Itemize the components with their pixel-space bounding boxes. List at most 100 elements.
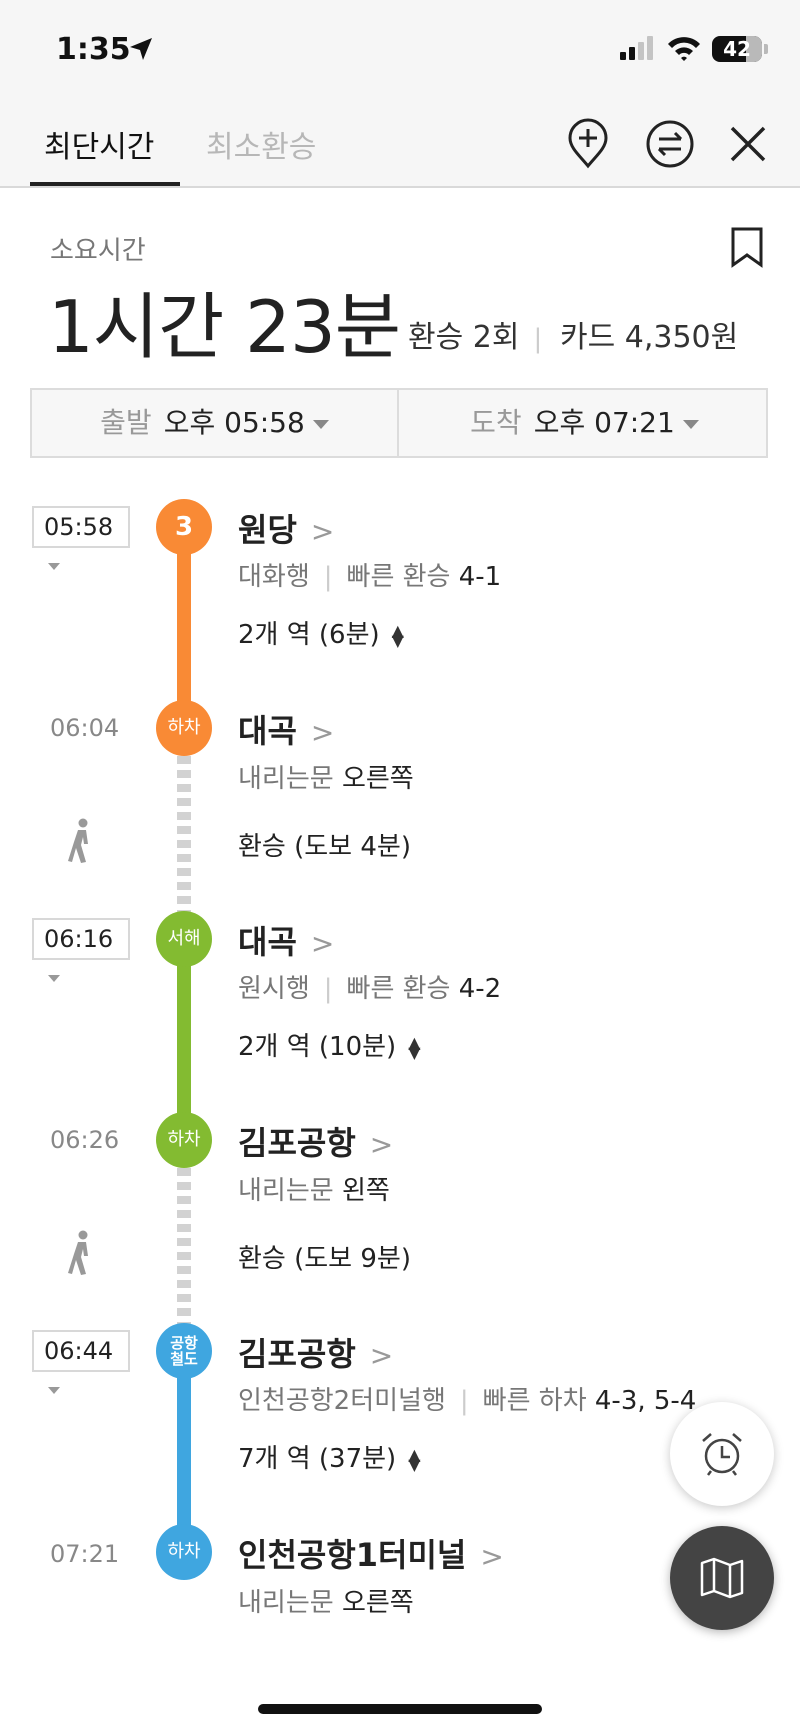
departure-time-chip[interactable]: 05:58 [32,506,130,570]
location-arrow-icon [130,38,152,60]
stops-text: 2개 역 (10분) [238,1032,397,1062]
station-name[interactable]: 대곡 > [238,917,334,963]
time-label: 06:04 [50,714,120,742]
departure-time-chip[interactable]: 06:16 [32,918,130,982]
arrive-value: 오후 07:21 [533,406,675,439]
door-info: 내리는문 왼쪽 [238,1170,390,1207]
caret-down-icon [312,419,329,429]
fast-value: 4-3, 5-4 [594,1386,697,1416]
chevron-right-icon: > [310,927,335,960]
fast-value: 4-1 [458,562,502,592]
chip-time: 06:44 [44,1337,114,1365]
badge-line2: 철도 [170,1350,198,1368]
stops-text: 7개 역 (37분) [238,1444,397,1474]
station-name[interactable]: 김포공항 > [238,1118,393,1164]
station-name[interactable]: 원당 > [238,505,334,551]
close-icon[interactable] [722,118,774,170]
walking-person-icon [68,1230,88,1275]
alight-badge: 하차 [156,700,212,756]
depart-value: 오후 05:58 [163,406,305,439]
arrive-time-selector[interactable]: 도착 오후 07:21 [401,390,768,456]
chevron-right-icon: > [369,1339,394,1372]
door-value: 오른쪽 [341,764,414,794]
line-badge-seohae: 서해 [156,911,212,967]
arrive-label: 도착 [470,406,522,439]
station-label: 인천공항1터미널 [238,1536,467,1574]
status-bar: 1:35 42 [0,0,800,100]
line-badge-3: 3 [156,499,212,555]
direction: 원시행 [238,974,310,1004]
caret-down-icon [48,562,60,570]
swap-icon[interactable] [644,118,696,170]
chevron-right-icon: > [310,716,335,749]
route-tabs-header: 최단시간 최소환승 [0,100,800,188]
alarm-clock-icon [702,1433,742,1476]
transfer-walk: 환승 (도보 4분) [238,832,411,862]
wifi-icon [668,37,700,61]
fare: 카드 4,350원 [560,320,739,355]
chip-time: 06:16 [44,925,114,953]
chip-time: 05:58 [44,513,114,541]
caret-down-icon [48,1386,60,1394]
expand-icon: ▲ ▼ [408,1444,421,1474]
chevron-right-icon: > [480,1540,504,1573]
tab-fewest-transfers[interactable]: 최소환승 [206,122,316,166]
battery-icon: 42 [712,36,762,62]
tab-fastest[interactable]: 최단시간 [44,122,154,166]
line3-segment [177,530,191,702]
door-info: 내리는문 오른쪽 [238,758,414,795]
status-time: 1:35 [56,32,131,67]
transfer-count-text: 환승 2회 [408,320,520,355]
door-label: 내리는문 [238,1176,334,1206]
direction-info: 대화행 | 빠른 환승 4-1 [238,556,501,593]
station-label: 김포공항 [238,1124,356,1162]
fast-value: 4-2 [458,974,502,1004]
home-indicator [258,1704,542,1714]
map-button[interactable] [670,1526,774,1630]
door-value: 오른쪽 [341,1588,414,1618]
station-label: 김포공항 [238,1335,356,1373]
alight-badge: 하차 [156,1524,212,1580]
station-name[interactable]: 인천공항1터미널 > [238,1530,504,1576]
direction-info: 원시행 | 빠른 환승 4-2 [238,968,501,1005]
stops-toggle[interactable]: 2개 역 (6분) ▲ ▼ [238,614,404,651]
transfer-count: 환승 2회 | [408,312,556,356]
caret-down-icon [682,419,699,429]
map-icon [700,1557,744,1599]
divider: | [533,324,543,354]
stops-toggle[interactable]: 7개 역 (37분) ▲ ▼ [238,1438,421,1475]
divider: | [459,1386,469,1416]
station-label: 원당 [238,511,297,549]
battery-nub [764,44,768,54]
departure-time-chip[interactable]: 06:44 [32,1330,130,1394]
depart-arrive-box: 출발 오후 05:58 도착 오후 07:21 [30,388,768,458]
depart-time-selector[interactable]: 출발 오후 05:58 [32,390,399,456]
walk-segment [177,756,191,914]
duration-label: 소요시간 [50,236,146,266]
total-duration: 1시간 23분 [48,285,401,369]
direction: 대화행 [238,562,310,592]
depart-label: 출발 [100,406,152,439]
location-plus-icon[interactable] [562,118,614,170]
station-name[interactable]: 김포공항 > [238,1329,393,1375]
direction: 인천공항2터미널행 [238,1386,446,1416]
expand-icon: ▲ ▼ [391,620,404,650]
time-label: 07:21 [50,1540,120,1568]
bookmark-icon[interactable] [730,226,764,268]
direction-info: 인천공항2터미널행 | 빠른 하차 4-3, 5-4 [238,1380,696,1417]
station-label: 대곡 [238,712,297,750]
line-badge-airport-rail: 공항 철도 [156,1323,212,1379]
stops-text: 2개 역 (6분) [238,620,380,650]
divider: | [323,974,333,1004]
alarm-button[interactable] [670,1402,774,1506]
stops-toggle[interactable]: 2개 역 (10분) ▲ ▼ [238,1026,421,1063]
divider: | [323,562,333,592]
door-value: 왼쪽 [341,1176,390,1206]
battery-level: 42 [723,37,751,61]
time-label: 06:26 [50,1126,120,1154]
fast-label: 빠른 하차 [482,1386,587,1416]
active-tab-indicator [30,182,180,186]
station-name[interactable]: 대곡 > [238,706,334,752]
alight-badge: 하차 [156,1112,212,1168]
transfer-walk: 환승 (도보 9분) [238,1244,411,1274]
